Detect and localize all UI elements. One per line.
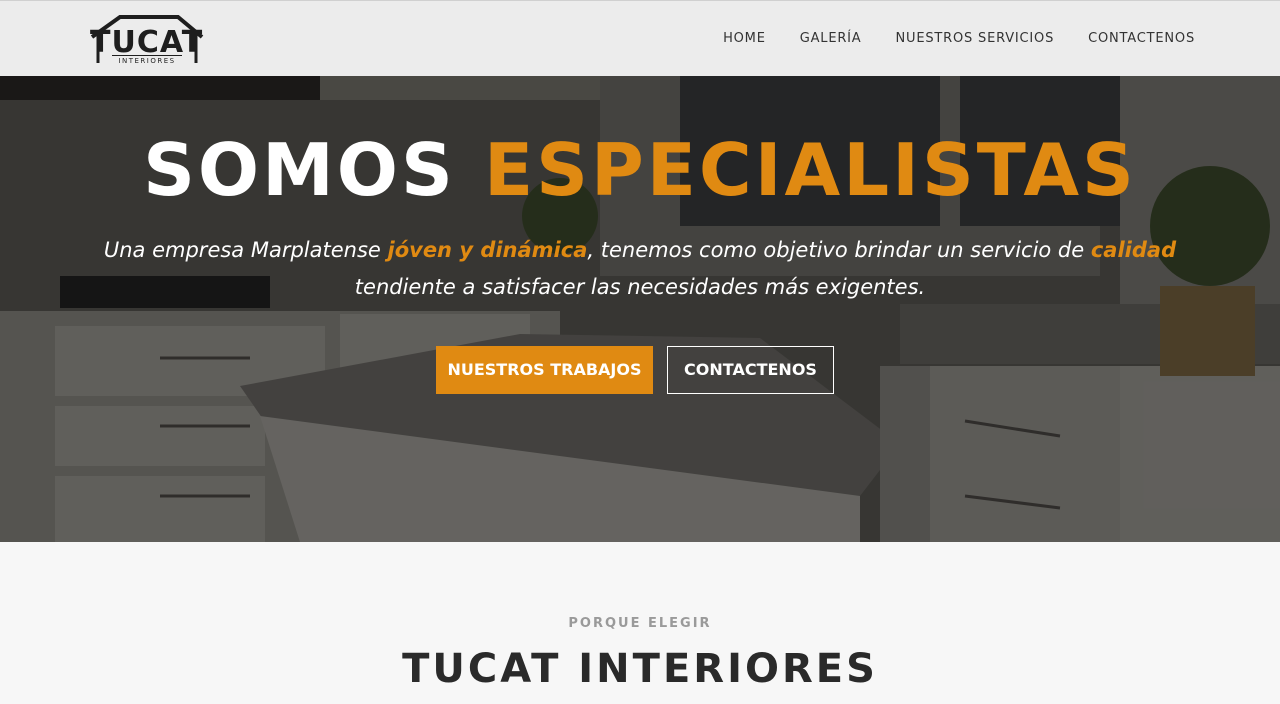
nav-item-galeria[interactable]: GALERÍA (800, 31, 862, 47)
section-title: TUCAT INTERIORES (402, 646, 878, 692)
hero-description: Una empresa Marplatense jóven y dinámica… (90, 232, 1190, 306)
brand-logo[interactable]: TUCAT INTERIORES (90, 13, 204, 67)
nuestros-trabajos-button[interactable]: NUESTROS TRABAJOS (436, 346, 653, 394)
main-nav: HOME GALERÍA NUESTROS SERVICIOS CONTACTE… (723, 31, 1195, 47)
nav-item-contactenos[interactable]: CONTACTENOS (1088, 31, 1195, 47)
hero-title-part2: ESPECIALISTAS (483, 128, 1137, 212)
hero-text-1: Una empresa Marplatense (103, 238, 388, 262)
why-choose-section: PORQUE ELEGIR TUCAT INTERIORES (0, 542, 1280, 704)
nav-item-servicios[interactable]: NUESTROS SERVICIOS (896, 31, 1055, 47)
navbar: TUCAT INTERIORES HOME GALERÍA NUESTROS S… (0, 0, 1280, 76)
nav-item-home[interactable]: HOME (723, 31, 766, 47)
hero-highlight-1: jóven y dinámica (387, 238, 588, 262)
hero-text-2: , tenemos como objetivo brindar un servi… (587, 238, 1091, 262)
hero-highlight-2: calidad (1090, 238, 1177, 262)
hero-title-part1: SOMOS (143, 128, 456, 212)
hero-section: SOMOS ESPECIALISTAS Una empresa Marplate… (0, 76, 1280, 542)
hero-title: SOMOS ESPECIALISTAS (0, 128, 1280, 212)
logo-subtitle: INTERIORES (112, 55, 182, 65)
hero-text-3: tendiente a satisfacer las necesidades m… (354, 275, 926, 299)
contactenos-button[interactable]: CONTACTENOS (667, 346, 834, 394)
section-kicker: PORQUE ELEGIR (568, 616, 712, 631)
